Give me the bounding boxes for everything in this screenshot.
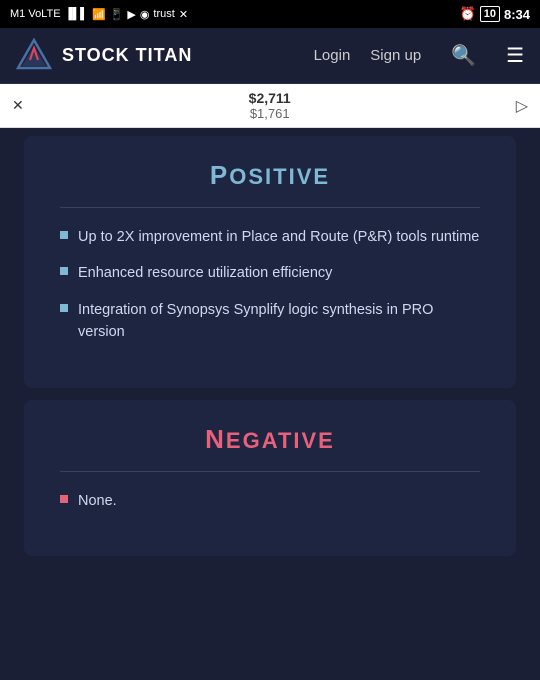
instagram-icon: ◉ xyxy=(140,8,150,21)
ad-price-2: $1,761 xyxy=(24,106,516,121)
positive-bullet-1: Up to 2X improvement in Place and Route … xyxy=(60,226,480,248)
location-icon: ▶ xyxy=(127,8,135,21)
trust-icon: trust xyxy=(153,8,174,20)
phone-icon: 📱 xyxy=(110,8,124,21)
nav-links: Login Sign up 🔍 ☰ xyxy=(314,43,524,68)
signup-link[interactable]: Sign up xyxy=(370,47,421,64)
positive-text-1: Up to 2X improvement in Place and Route … xyxy=(78,226,479,248)
negative-bullet-list: None. xyxy=(60,490,480,512)
positive-bullet-3: Integration of Synopsys Synplify logic s… xyxy=(60,299,480,344)
status-right: ⏰ 10 8:34 xyxy=(460,6,530,22)
negative-bullet-1: None. xyxy=(60,490,480,512)
ad-close-button[interactable]: ✕ xyxy=(12,97,24,114)
bullet-icon-2 xyxy=(60,267,68,275)
ad-content: $2,711 $1,761 xyxy=(24,90,516,121)
positive-bullet-list: Up to 2X improvement in Place and Route … xyxy=(60,226,480,344)
negative-title: NEGATIVE xyxy=(60,424,480,455)
carrier-text: M1 VoLTE xyxy=(10,8,61,20)
neg-bullet-icon-1 xyxy=(60,495,68,503)
negative-first-letter: N xyxy=(205,424,226,454)
bullet-icon-3 xyxy=(60,304,68,312)
positive-divider xyxy=(60,207,480,208)
alarm-icon: ⏰ xyxy=(460,6,476,22)
positive-text-2: Enhanced resource utilization efficiency xyxy=(78,262,332,284)
positive-title: POSITIVE xyxy=(60,160,480,191)
login-link[interactable]: Login xyxy=(314,47,351,64)
positive-section: POSITIVE Up to 2X improvement in Place a… xyxy=(24,136,516,388)
status-left: M1 VoLTE ▐▌▌ 📶 📱 ▶ ◉ trust ✕ xyxy=(10,8,188,21)
signal-bars: ▐▌▌ xyxy=(65,8,88,20)
navbar: STOCK TITAN Login Sign up 🔍 ☰ xyxy=(0,28,540,84)
bullet-icon-1 xyxy=(60,231,68,239)
negative-rest: EGATIVE xyxy=(226,428,335,453)
ad-price-1: $2,711 xyxy=(24,90,516,106)
negative-text-1: None. xyxy=(78,490,117,512)
logo-icon xyxy=(16,38,52,74)
logo-text: STOCK TITAN xyxy=(62,45,192,66)
positive-first-letter: P xyxy=(210,160,229,190)
positive-text-3: Integration of Synopsys Synplify logic s… xyxy=(78,299,480,344)
time-display: 8:34 xyxy=(504,7,530,22)
search-icon[interactable]: 🔍 xyxy=(451,43,476,68)
wifi-icon: 📶 xyxy=(92,8,106,21)
negative-section: NEGATIVE None. xyxy=(24,400,516,556)
menu-icon[interactable]: ☰ xyxy=(506,43,524,68)
logo-area: STOCK TITAN xyxy=(16,38,314,74)
positive-bullet-2: Enhanced resource utilization efficiency xyxy=(60,262,480,284)
status-bar: M1 VoLTE ▐▌▌ 📶 📱 ▶ ◉ trust ✕ ⏰ 10 8:34 xyxy=(0,0,540,28)
battery-indicator: 10 xyxy=(480,6,500,22)
negative-divider xyxy=(60,471,480,472)
x-icon: ✕ xyxy=(179,8,188,21)
ad-play-icon[interactable]: ▷ xyxy=(516,96,528,116)
positive-rest: OSITIVE xyxy=(229,164,330,189)
ad-banner: ✕ $2,711 $1,761 ▷ xyxy=(0,84,540,128)
